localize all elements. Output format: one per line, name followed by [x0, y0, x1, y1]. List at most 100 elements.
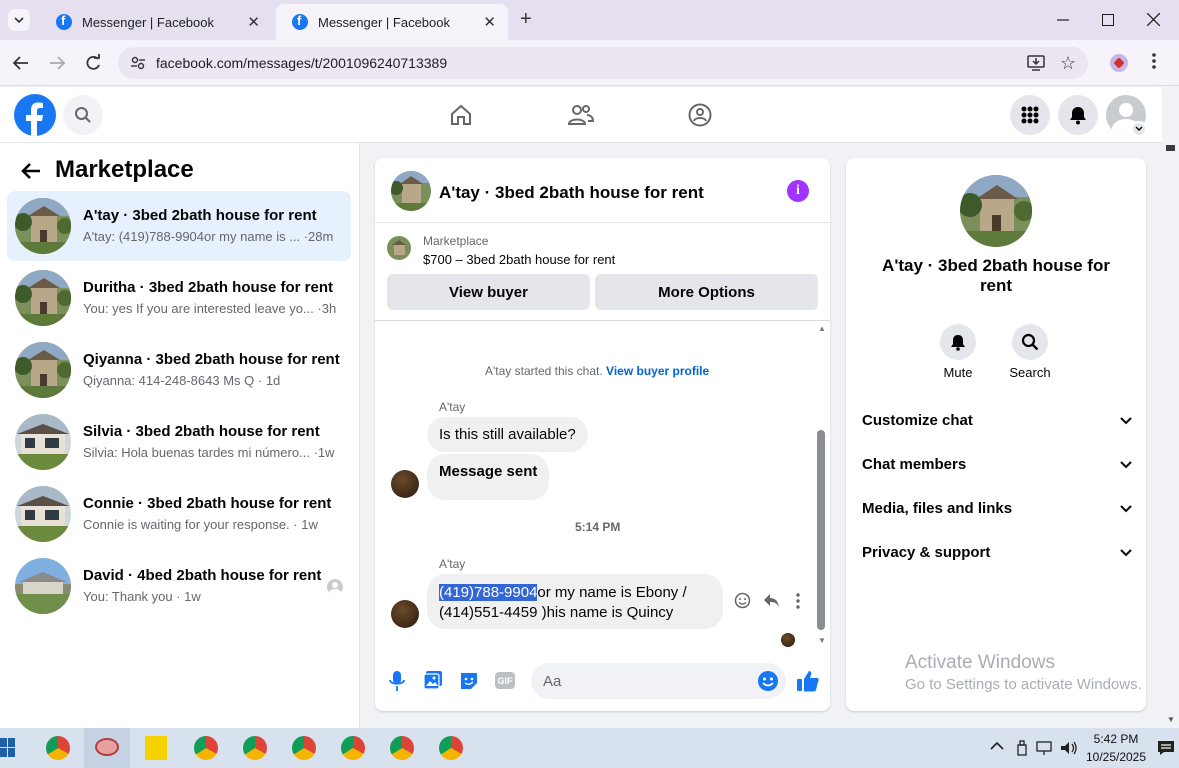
- info-icon[interactable]: i: [787, 180, 809, 202]
- menu-button[interactable]: [1010, 95, 1050, 135]
- bell-icon: [951, 335, 965, 351]
- section-label: Media, files and links: [862, 500, 1013, 517]
- conversation-preview: A'tay: (419)788-9904or my name is ... ·2…: [83, 229, 334, 244]
- chat-title[interactable]: A'tay · 3bed 2bath house for rent: [439, 183, 704, 203]
- more-options-button[interactable]: More Options: [595, 274, 818, 310]
- tab-close-icon[interactable]: ✕: [247, 13, 260, 31]
- view-buyer-button[interactable]: View buyer: [387, 274, 590, 310]
- browser-tab-1[interactable]: Messenger | Facebook ✕: [40, 4, 272, 40]
- profile-avatar[interactable]: [1110, 54, 1128, 72]
- customize-chat-section[interactable]: Customize chat: [862, 412, 1132, 429]
- chevron-up-icon[interactable]: [990, 741, 1004, 751]
- message-bubble[interactable]: (419)788-9904or my name is Ebony / (414)…: [427, 574, 723, 629]
- network-icon[interactable]: [1036, 740, 1054, 756]
- maximize-icon[interactable]: [1102, 14, 1114, 26]
- chrome-taskbar-icon[interactable]: [390, 736, 414, 760]
- chrome-taskbar-icon[interactable]: [46, 736, 70, 760]
- message-input[interactable]: Aa: [531, 663, 786, 699]
- message-bubble[interactable]: Message sent: [427, 454, 550, 500]
- react-emoji-icon[interactable]: [734, 592, 751, 609]
- sticky-notes-taskbar-icon[interactable]: [145, 736, 167, 760]
- chevron-down-icon: [1120, 461, 1132, 469]
- chrome-taskbar-icon[interactable]: [194, 736, 218, 760]
- back-icon[interactable]: [12, 54, 30, 72]
- address-bar: facebook.com/messages/t/2001096240713389…: [0, 40, 1179, 86]
- tab-search-button[interactable]: [8, 9, 30, 31]
- conversation-title: Silvia · 3bed 2bath house for rent: [83, 423, 320, 440]
- more-options-icon[interactable]: [796, 593, 800, 609]
- sender-avatar[interactable]: [391, 600, 419, 628]
- url-field[interactable]: facebook.com/messages/t/2001096240713389: [118, 47, 1088, 79]
- groups-icon[interactable]: [688, 103, 712, 127]
- scrollbar[interactable]: ▲ ▼: [816, 324, 826, 650]
- tab-title: Messenger | Facebook: [318, 14, 450, 30]
- back-arrow-icon[interactable]: [20, 161, 42, 181]
- search-button[interactable]: [63, 95, 103, 135]
- notification-center-icon[interactable]: [1157, 740, 1175, 756]
- close-icon[interactable]: [1147, 13, 1160, 26]
- reload-icon[interactable]: [84, 54, 102, 72]
- friends-icon[interactable]: [568, 103, 594, 127]
- conversation-item[interactable]: Connie · 3bed 2bath house for rent Conni…: [7, 479, 351, 549]
- paint-taskbar-icon[interactable]: [95, 738, 119, 756]
- message-text: (414)551-4459 )his name is Quincy: [439, 604, 674, 621]
- start-icon[interactable]: [0, 738, 16, 758]
- volume-icon[interactable]: [1060, 740, 1078, 756]
- chat-start-text: A'tay started this chat.: [485, 364, 603, 378]
- browser-menu-icon[interactable]: [1152, 52, 1156, 70]
- conversation-avatar[interactable]: [960, 175, 1032, 247]
- facebook-favicon-icon: [292, 13, 308, 30]
- reply-icon[interactable]: [763, 592, 780, 608]
- chrome-taskbar-icon[interactable]: [292, 736, 316, 760]
- sender-avatar[interactable]: [391, 470, 419, 498]
- chrome-taskbar-icon[interactable]: [243, 736, 267, 760]
- page-scrollbar[interactable]: ▼: [1162, 143, 1179, 728]
- forward-icon[interactable]: [48, 54, 66, 72]
- chrome-taskbar-icon[interactable]: [341, 736, 365, 760]
- conversation-item[interactable]: Duritha · 3bed 2bath house for rent You:…: [7, 263, 351, 333]
- emoji-icon[interactable]: [757, 670, 779, 692]
- conversation-preview: Connie is waiting for your response. · 1…: [83, 517, 318, 532]
- minimize-icon[interactable]: [1057, 10, 1069, 22]
- listing-detail[interactable]: $700 – 3bed 2bath house for rent: [423, 252, 615, 267]
- tab-close-icon[interactable]: ✕: [483, 13, 496, 31]
- chat-avatar[interactable]: [391, 171, 431, 211]
- url-text: facebook.com/messages/t/2001096240713389: [156, 55, 448, 71]
- section-label: Chat members: [862, 456, 967, 473]
- clock-date[interactable]: 10/25/2025: [1082, 750, 1150, 764]
- site-settings-icon[interactable]: [130, 55, 146, 71]
- chevron-down-icon[interactable]: [1131, 121, 1147, 137]
- chat-start-notice: A'tay started this chat. View buyer prof…: [485, 364, 709, 378]
- search-in-conversation-button[interactable]: [1012, 324, 1048, 360]
- usb-device-icon[interactable]: [1015, 740, 1029, 756]
- clock-time[interactable]: 5:42 PM: [1086, 732, 1146, 746]
- chrome-taskbar-icon[interactable]: [439, 736, 463, 760]
- chat-members-section[interactable]: Chat members: [862, 456, 1132, 473]
- new-tab-icon[interactable]: +: [520, 8, 532, 31]
- media-files-links-section[interactable]: Media, files and links: [862, 500, 1132, 517]
- facebook-logo-icon[interactable]: [14, 94, 56, 136]
- home-icon[interactable]: [449, 103, 473, 127]
- selected-phone-text[interactable]: (419)788-9904: [439, 584, 538, 601]
- view-buyer-profile-link[interactable]: View buyer profile: [606, 364, 709, 378]
- gif-icon[interactable]: GIF: [495, 672, 515, 689]
- notifications-button[interactable]: [1058, 95, 1098, 135]
- thumbs-up-icon[interactable]: [796, 669, 820, 693]
- microphone-icon[interactable]: [389, 670, 405, 692]
- conversation-item[interactable]: David · 4bed 2bath house for rent You: T…: [7, 551, 351, 621]
- grid-menu-icon: [1021, 106, 1039, 124]
- conversation-item[interactable]: Silvia · 3bed 2bath house for rent Silvi…: [7, 407, 351, 477]
- facebook-header: [0, 87, 1162, 143]
- privacy-support-section[interactable]: Privacy & support: [862, 544, 1132, 561]
- install-app-icon[interactable]: [1027, 54, 1045, 72]
- search-icon: [75, 107, 91, 123]
- message-bubble[interactable]: Is this still available?: [427, 417, 588, 452]
- conversation-title: David · 4bed 2bath house for rent: [83, 567, 322, 584]
- sticker-icon[interactable]: [459, 671, 479, 691]
- photo-attach-icon[interactable]: [423, 670, 443, 690]
- conversation-item[interactable]: A'tay · 3bed 2bath house for rent A'tay:…: [7, 191, 351, 261]
- browser-tab-2[interactable]: Messenger | Facebook ✕: [276, 4, 508, 40]
- conversation-item[interactable]: Qiyanna · 3bed 2bath house for rent Qiya…: [7, 335, 351, 405]
- mute-button[interactable]: [940, 324, 976, 360]
- bookmark-star-icon[interactable]: ☆: [1060, 53, 1076, 74]
